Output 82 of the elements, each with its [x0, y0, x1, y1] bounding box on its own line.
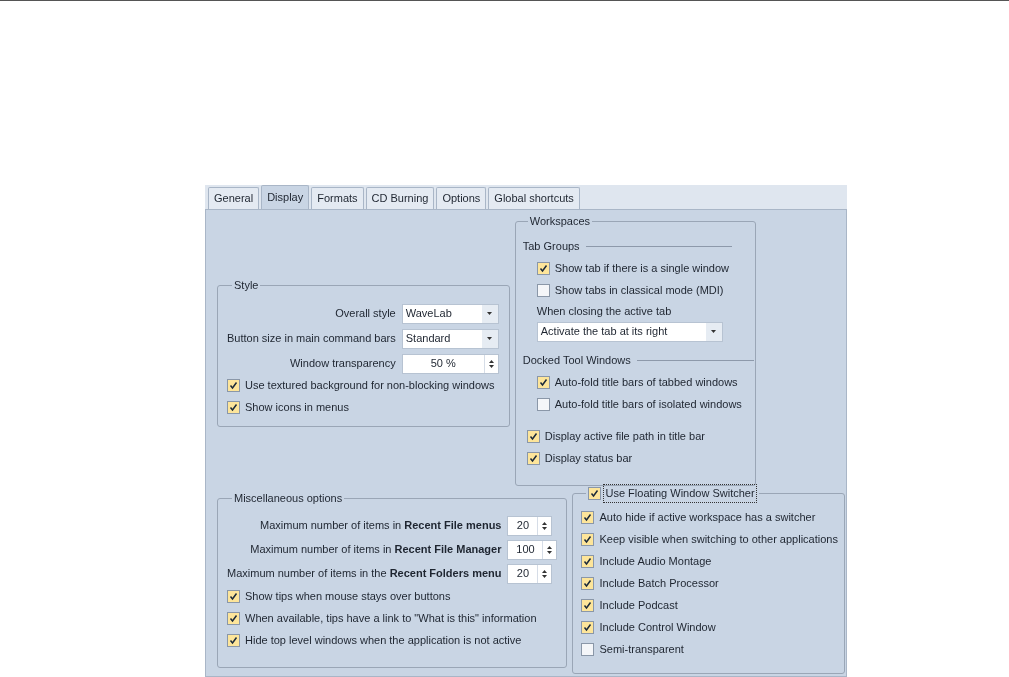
checkbox-label: Include Control Window — [599, 620, 716, 636]
checkbox[interactable] — [227, 612, 240, 625]
checkbox-label: Hide top level windows when the application is not active — [245, 633, 522, 649]
section-title: Tab Groups — [522, 239, 580, 255]
checkbox[interactable] — [536, 398, 550, 411]
checkbox-label: Show icons in menus — [245, 400, 349, 416]
spin-field[interactable]: 100 — [507, 539, 558, 560]
field-label: When closing the active tab — [536, 304, 672, 320]
field-label: Window transparency — [289, 356, 396, 372]
checkbox[interactable] — [227, 634, 240, 647]
check-icon — [528, 454, 538, 463]
checkbox[interactable] — [526, 430, 540, 443]
checkbox-label: Display status bar — [544, 451, 633, 467]
checkbox-label: Show tips when mouse stays over buttons — [245, 589, 451, 605]
check-icon — [583, 535, 593, 544]
field-label: Maximum number of items in the Recent Folders menu — [227, 566, 502, 582]
checkbox-label: When available, tips have a link to "What is this" information — [245, 611, 537, 627]
caret-icon — [487, 312, 493, 315]
field-label: Button size in main command bars — [227, 331, 396, 347]
checkbox-label: Include Podcast — [599, 598, 678, 614]
tab[interactable]: CD Burning — [365, 187, 435, 209]
dropdown[interactable]: Activate the tab at its right — [536, 321, 723, 342]
checkbox[interactable] — [581, 577, 595, 590]
checkbox[interactable] — [581, 533, 595, 546]
caret-icon — [487, 337, 493, 340]
checkbox[interactable] — [526, 452, 540, 465]
checkbox[interactable] — [588, 486, 602, 500]
dropdown[interactable]: Standard — [401, 328, 499, 349]
check-icon — [229, 614, 238, 623]
group-title: Workspaces — [529, 214, 591, 229]
tab[interactable]: Display — [261, 185, 310, 209]
checkbox-label: Include Batch Processor — [599, 576, 719, 592]
checkbox-label: Show tabs in classical mode (MDI) — [554, 283, 724, 299]
check-icon — [583, 623, 593, 632]
dropdown[interactable]: WaveLab — [401, 303, 499, 324]
check-icon — [590, 488, 600, 498]
group-title: Miscellaneous options — [234, 491, 343, 506]
check-icon — [229, 636, 238, 645]
check-icon — [528, 432, 538, 441]
check-icon — [538, 378, 548, 387]
checkbox-label: Auto-fold title bars of tabbed windows — [554, 375, 738, 391]
check-icon — [229, 381, 238, 390]
spin-field[interactable]: 50 % — [401, 353, 499, 374]
checkbox-label: Show tab if there is a single window — [554, 261, 729, 277]
caret-icon — [711, 330, 717, 333]
checkbox-label: Include Audio Montage — [599, 554, 712, 570]
spin-field[interactable]: 20 — [507, 563, 553, 584]
field-label: Maximum number of items in Recent File Manager — [250, 542, 502, 558]
field-label: Maximum number of items in Recent File menus — [260, 518, 502, 534]
group-title: Style — [234, 278, 259, 293]
checkbox-label: Use textured background for non-blocking windows — [245, 378, 495, 394]
tab[interactable]: Formats — [311, 187, 364, 209]
checkbox[interactable] — [536, 376, 550, 389]
checkbox-label: Auto-fold title bars of isolated windows — [554, 397, 742, 413]
checkbox[interactable] — [227, 401, 240, 414]
spin-field[interactable]: 20 — [507, 515, 553, 536]
checkbox[interactable] — [581, 643, 595, 656]
check-icon — [583, 513, 593, 522]
check-icon — [583, 579, 593, 588]
tab[interactable]: General — [208, 187, 260, 209]
checkbox-label: Keep visible when switching to other applications — [599, 532, 838, 548]
checkbox[interactable] — [581, 555, 595, 568]
check-icon — [583, 557, 593, 566]
check-icon — [229, 403, 238, 412]
check-icon — [229, 592, 238, 601]
checkbox[interactable] — [227, 379, 240, 392]
checkbox-label: Display active file path in title bar — [544, 429, 705, 445]
checkbox[interactable] — [536, 262, 550, 275]
checkbox[interactable] — [581, 621, 595, 634]
tab[interactable]: Global shortcuts — [488, 187, 580, 209]
checkbox[interactable] — [536, 284, 550, 297]
section-title: Docked Tool Windows — [522, 353, 631, 369]
checkbox[interactable] — [581, 511, 595, 524]
checkbox[interactable] — [581, 599, 595, 612]
check-icon — [583, 601, 593, 610]
checkbox[interactable] — [227, 590, 240, 603]
checkbox-label: Auto hide if active workspace has a switcher — [599, 510, 816, 526]
check-icon — [538, 264, 548, 273]
checkbox-label: Semi-transparent — [599, 642, 684, 658]
field-label: Overall style — [335, 306, 396, 322]
checkbox-label: Use Floating Window Switcher — [603, 484, 757, 503]
tab[interactable]: Options — [436, 187, 487, 209]
